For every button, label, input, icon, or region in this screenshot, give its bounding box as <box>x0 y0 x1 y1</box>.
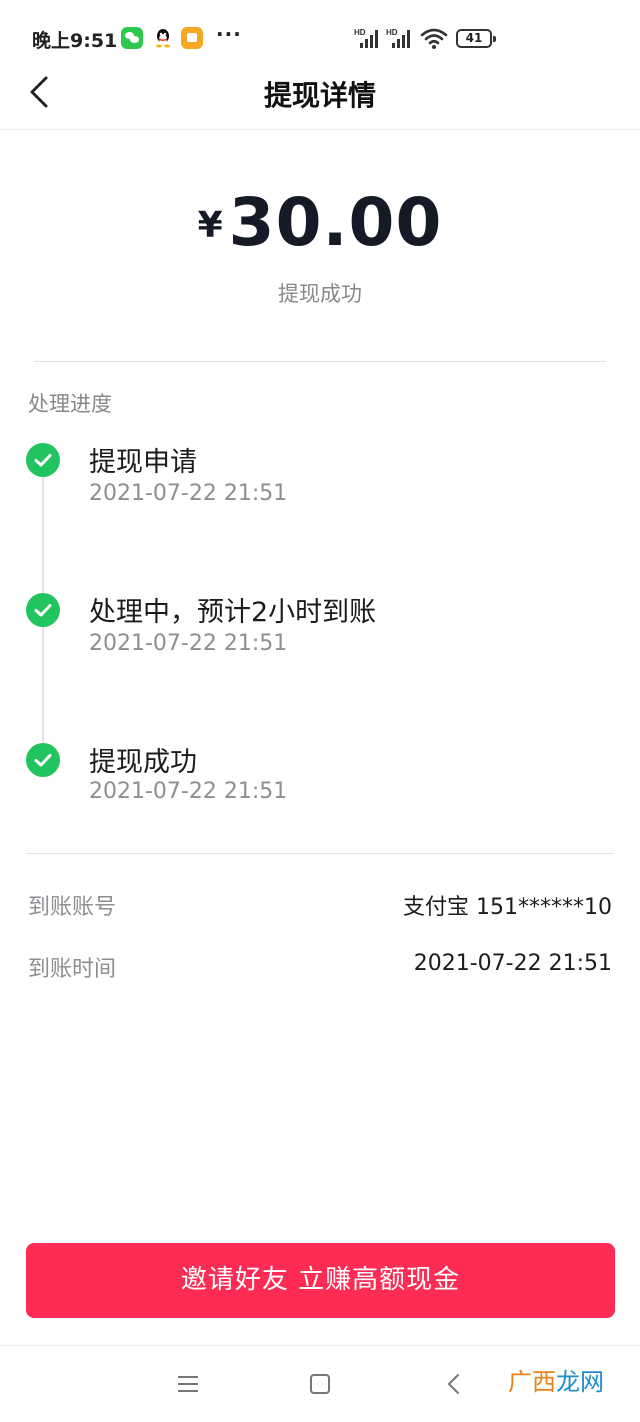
arrival-time-label: 到账时间 <box>28 957 117 982</box>
step-title: 提现成功 <box>89 747 197 778</box>
step-title: 提现申请 <box>89 447 197 478</box>
watermark: 广西龙网 <box>508 1362 604 1397</box>
step-title: 处理中，预计2小时到账 <box>89 597 377 628</box>
currency-symbol: ¥ <box>197 205 223 246</box>
amount-value: 30.00 <box>228 184 443 261</box>
check-circle-icon <box>26 443 60 477</box>
step-time: 2021-07-22 21:51 <box>89 481 288 506</box>
check-circle-icon <box>26 593 60 627</box>
menu-icon[interactable] <box>176 1374 200 1394</box>
withdraw-amount: ¥30.00 <box>0 184 640 261</box>
page-title: 提现详情 <box>263 79 376 112</box>
account-label: 到账账号 <box>28 895 117 920</box>
step-time: 2021-07-22 21:51 <box>89 631 288 656</box>
back-icon[interactable] <box>444 1372 464 1396</box>
home-icon[interactable] <box>310 1374 330 1394</box>
arrival-time-value: 2021-07-22 21:51 <box>413 951 612 976</box>
watermark-part: 龙网 <box>556 1368 604 1396</box>
account-value: 支付宝 151******10 <box>403 895 612 920</box>
check-circle-icon <box>26 743 60 777</box>
divider <box>26 853 614 854</box>
arrival-time-row: 到账时间 2021-07-22 21:51 <box>28 951 612 985</box>
step-time: 2021-07-22 21:51 <box>89 779 288 804</box>
progress-section-title: 处理进度 <box>28 392 112 416</box>
watermark-part: 广西 <box>508 1368 556 1396</box>
invite-friends-button[interactable]: 邀请好友 立赚高额现金 <box>26 1243 615 1318</box>
account-row: 到账账号 支付宝 151******10 <box>28 889 612 923</box>
withdraw-status: 提现成功 <box>278 282 362 306</box>
timeline-step: 提现成功 2021-07-22 21:51 <box>0 0 640 804</box>
divider <box>34 361 606 362</box>
